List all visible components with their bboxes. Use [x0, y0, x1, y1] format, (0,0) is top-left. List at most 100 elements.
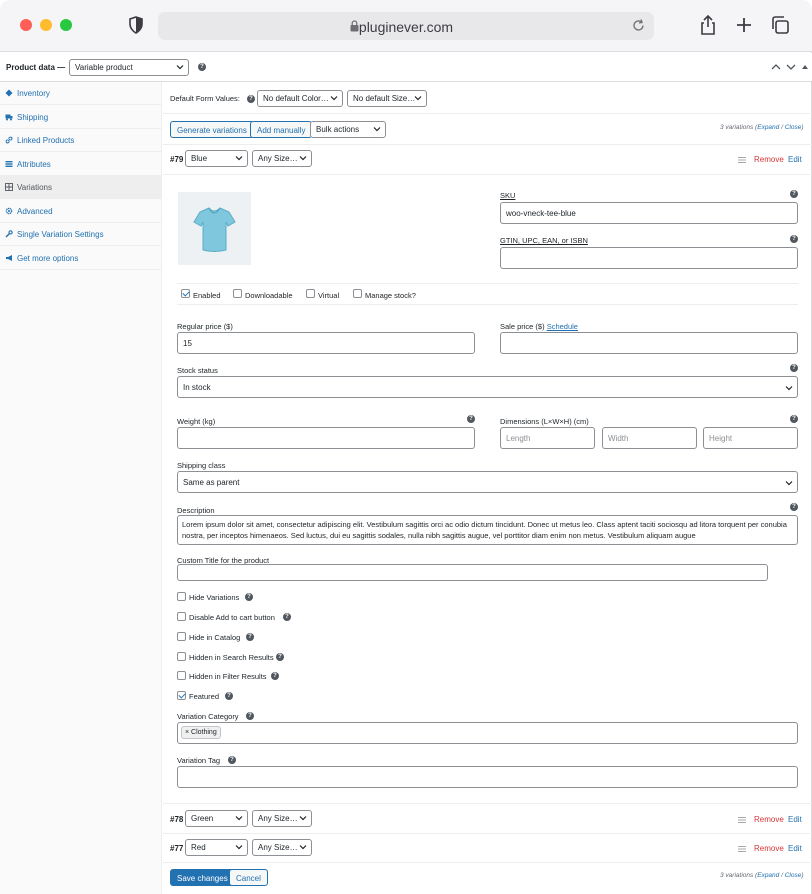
chevron-down-icon[interactable] [786, 63, 796, 71]
help-icon[interactable]: ? [246, 633, 254, 641]
variation-size-select[interactable]: Any Size… [252, 810, 312, 827]
edit-variation-link[interactable]: Edit [788, 155, 802, 164]
stock-status-select[interactable]: In stock [177, 376, 798, 398]
divider [163, 803, 812, 804]
help-icon[interactable]: ? [247, 95, 255, 103]
address-bar[interactable]: pluginever.com [158, 12, 654, 40]
featured-checkbox[interactable] [177, 691, 186, 700]
product-data-tabs: Inventory Shipping Linked Products Attri… [0, 82, 162, 894]
help-icon[interactable]: ? [225, 692, 233, 700]
product-type-select[interactable]: Variable product [69, 59, 189, 76]
remove-variation-link[interactable]: Remove [754, 844, 784, 853]
variation-image[interactable] [178, 192, 251, 265]
generate-variations-button[interactable]: Generate variations [170, 121, 254, 138]
shipping-class-value: Same as parent [183, 478, 240, 487]
grid-icon [5, 183, 13, 191]
drag-handle-icon[interactable] [738, 157, 746, 163]
variation-color-select[interactable]: Green [185, 810, 248, 827]
help-icon[interactable]: ? [245, 593, 253, 601]
add-manually-button[interactable]: Add manually [250, 121, 313, 138]
edit-variation-link[interactable]: Edit [788, 844, 802, 853]
sidebar-item-attributes[interactable]: Attributes [0, 153, 162, 176]
variation-size-select[interactable]: Any Size… [252, 150, 312, 167]
help-icon[interactable]: ? [283, 613, 291, 621]
hide-in-catalog-checkbox[interactable] [177, 632, 186, 641]
chevron-up-icon[interactable] [771, 63, 781, 71]
sidebar-item-get-more-options[interactable]: Get more options [0, 247, 162, 270]
hidden-in-search-checkbox[interactable] [177, 652, 186, 661]
expand-link[interactable]: Expand [757, 124, 779, 131]
hide-variations-checkbox[interactable] [177, 592, 186, 601]
new-tab-icon[interactable] [733, 14, 755, 36]
variation-size-value: Any Size… [258, 843, 298, 852]
close-link[interactable]: Close [785, 124, 802, 131]
help-icon[interactable]: ? [467, 415, 475, 423]
shipping-class-label: Shipping class [177, 461, 226, 470]
virtual-checkbox[interactable] [306, 289, 315, 298]
chevron-down-icon [785, 386, 793, 391]
help-icon[interactable]: ? [790, 503, 798, 511]
help-icon[interactable]: ? [276, 653, 284, 661]
hidden-in-filter-checkbox[interactable] [177, 671, 186, 680]
remove-variation-link[interactable]: Remove [754, 155, 784, 164]
regular-price-input[interactable]: 15 [177, 332, 475, 354]
default-color-select[interactable]: No default Color… [257, 90, 343, 107]
sidebar-item-shipping[interactable]: Shipping [0, 106, 162, 129]
remove-variation-link[interactable]: Remove [754, 815, 784, 824]
help-icon[interactable]: ? [790, 364, 798, 372]
sale-price-input[interactable] [500, 332, 798, 354]
edit-variation-link[interactable]: Edit [788, 815, 802, 824]
width-input[interactable]: Width [602, 427, 697, 449]
bulk-actions-select[interactable]: Bulk actions [310, 121, 386, 138]
zoom-window-button[interactable] [60, 19, 72, 31]
height-input[interactable]: Height [703, 427, 798, 449]
length-input[interactable]: Length [500, 427, 595, 449]
collapse-triangle-icon[interactable] [801, 63, 809, 71]
drag-handle-icon[interactable] [738, 817, 746, 823]
downloadable-checkbox[interactable] [233, 289, 242, 298]
help-icon[interactable]: ? [790, 415, 798, 423]
save-changes-button[interactable]: Save changes [170, 869, 235, 886]
variation-size-select[interactable]: Any Size… [252, 839, 312, 856]
close-window-button[interactable] [20, 19, 32, 31]
reload-icon[interactable] [631, 18, 646, 33]
shipping-class-select[interactable]: Same as parent [177, 471, 798, 493]
sidebar-item-single-variation-settings[interactable]: Single Variation Settings [0, 223, 162, 246]
enabled-checkbox[interactable] [181, 289, 190, 298]
product-type-value: Variable product [75, 63, 133, 72]
help-icon[interactable]: ? [790, 190, 798, 198]
sidebar-item-advanced[interactable]: Advanced [0, 200, 162, 223]
manage-stock-checkbox[interactable] [353, 289, 362, 298]
help-icon[interactable]: ? [198, 63, 206, 71]
gtin-input[interactable] [500, 247, 798, 269]
disable-add-to-cart-checkbox[interactable] [177, 612, 186, 621]
drag-handle-icon[interactable] [738, 846, 746, 852]
variation-tag-input[interactable] [177, 766, 798, 788]
default-size-select[interactable]: No default Size… [347, 90, 427, 107]
help-icon[interactable]: ? [246, 712, 254, 720]
category-tag-clothing[interactable]: × Clothing [181, 726, 221, 739]
sidebar-item-linked-products[interactable]: Linked Products [0, 129, 162, 152]
sidebar-item-inventory[interactable]: Inventory [0, 82, 162, 105]
variation-category-input[interactable] [177, 722, 798, 744]
variation-color-select[interactable]: Blue [185, 150, 248, 167]
help-icon[interactable]: ? [790, 235, 798, 243]
default-form-values-label: Default Form Values: [170, 94, 240, 103]
description-textarea[interactable]: Lorem ipsum dolor sit amet, consectetur … [177, 515, 798, 545]
shield-icon[interactable] [128, 16, 144, 34]
close-link[interactable]: Close [785, 872, 802, 879]
schedule-link[interactable]: Schedule [547, 322, 578, 331]
share-icon[interactable] [697, 14, 719, 36]
expand-link[interactable]: Expand [757, 872, 779, 879]
tabs-overview-icon[interactable] [769, 14, 791, 36]
help-icon[interactable]: ? [271, 672, 279, 680]
weight-input[interactable] [177, 427, 475, 449]
variation-color-select[interactable]: Red [185, 839, 248, 856]
sidebar-item-variations[interactable]: Variations [0, 176, 162, 199]
help-icon[interactable]: ? [228, 756, 236, 764]
sku-input[interactable]: woo-vneck-tee-blue [500, 202, 798, 224]
custom-title-input[interactable] [177, 564, 768, 581]
cancel-button[interactable]: Cancel [229, 869, 268, 886]
divider [177, 304, 798, 305]
minimize-window-button[interactable] [40, 19, 52, 31]
